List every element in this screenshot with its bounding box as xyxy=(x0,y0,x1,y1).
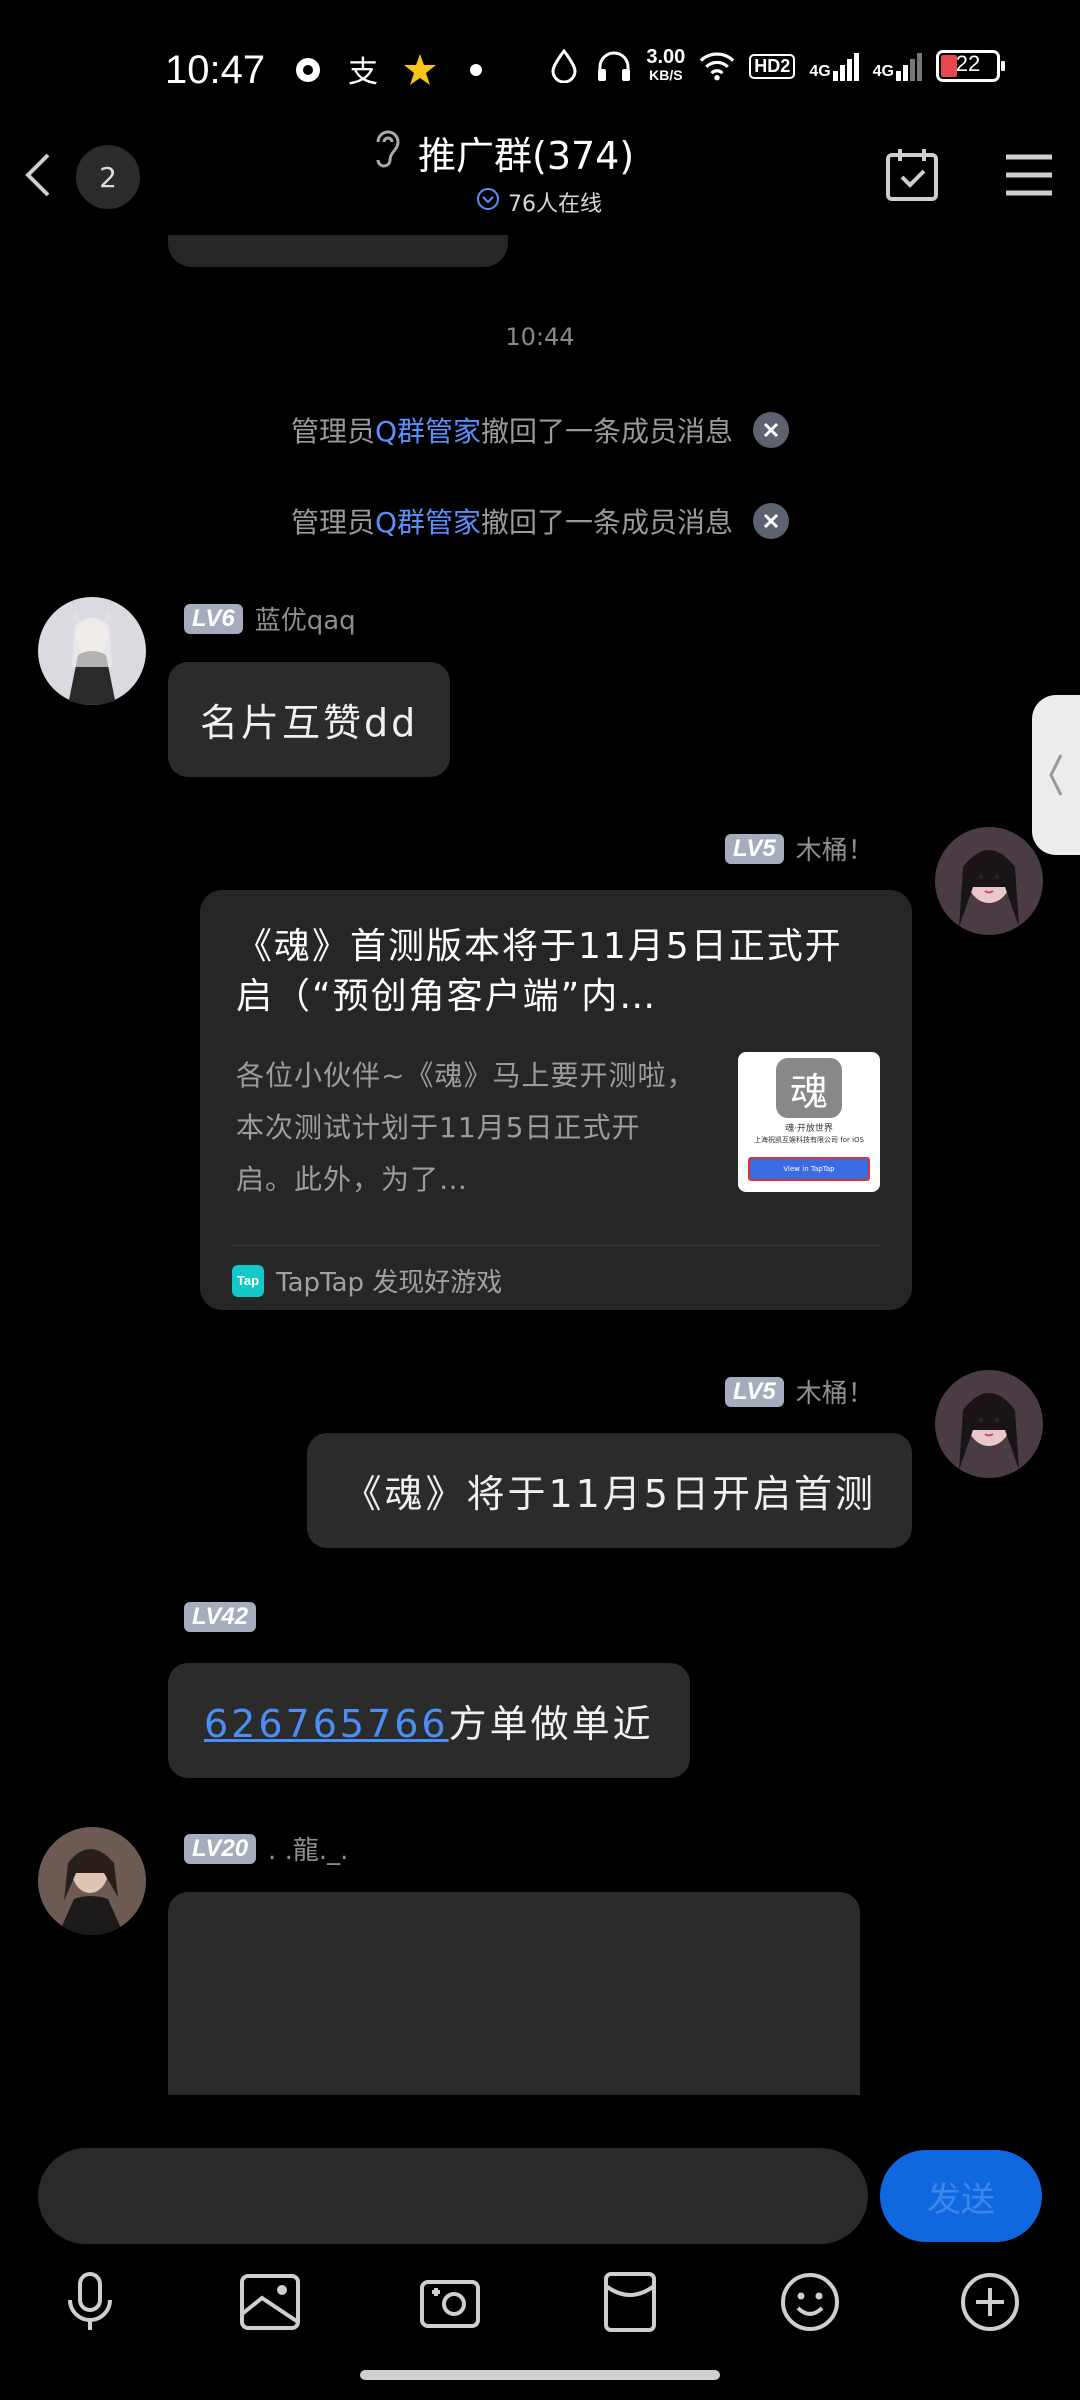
chat-header: 2 推广群(374) 76人在线 xyxy=(0,125,1080,235)
nickname[interactable]: 蓝优qaq xyxy=(255,600,356,637)
level-badge: LV5 xyxy=(725,1376,784,1407)
network-speed: 3.00 KB/S xyxy=(646,46,686,83)
sender-info: LV5 木桶！ xyxy=(725,1373,874,1410)
clock: 10:47 xyxy=(165,48,266,92)
smiley-icon xyxy=(781,2273,839,2331)
camera-button[interactable] xyxy=(410,2262,490,2342)
message-list[interactable]: 10:44 管理员Q群管家撤回了一条成员消息 管理员Q群管家撤回了一条成员消息 … xyxy=(0,235,1080,2095)
app-notification-icon xyxy=(290,52,326,88)
taptap-icon: Tap xyxy=(232,1264,264,1297)
hamburger-icon xyxy=(1006,154,1052,196)
alipay-icon: 支 xyxy=(346,52,382,88)
online-status[interactable]: 76人在线 xyxy=(476,186,710,218)
plus-circle-icon xyxy=(961,2273,1019,2331)
home-indicator[interactable] xyxy=(360,2370,720,2380)
card-description: 各位小伙伴~《魂》马上要开测啦，本次测试计划于11月5日正式开启。此外，为了… xyxy=(236,1059,696,1196)
level-badge: LV5 xyxy=(725,833,784,864)
ear-icon xyxy=(370,126,404,179)
more-button[interactable] xyxy=(950,2262,1030,2342)
group-name: 推广群(374) xyxy=(418,134,635,178)
sender-info: LV6 蓝优qaq xyxy=(184,600,356,637)
hd-badge: HD2 xyxy=(749,53,796,79)
avatar[interactable] xyxy=(38,597,146,705)
red-packet-button[interactable] xyxy=(590,2262,670,2342)
divider xyxy=(232,1245,880,1246)
svg-text:支: 支 xyxy=(348,55,378,88)
online-count: 76人在线 xyxy=(508,192,602,217)
card-title: 《魂》首测版本将于11月5日正式开启（“预创角客户端”内… xyxy=(236,926,843,1017)
chevron-left-icon xyxy=(1049,754,1063,796)
actor-link[interactable]: Q群管家 xyxy=(375,506,481,539)
drop-icon xyxy=(546,48,582,84)
view-in-taptap-button: View in TapTap xyxy=(748,1157,870,1181)
calendar-button[interactable] xyxy=(880,143,944,207)
close-icon[interactable] xyxy=(753,412,790,448)
avatar[interactable] xyxy=(935,1370,1043,1478)
message-bubble[interactable]: 《魂》将于11月5日开启首测 xyxy=(307,1433,912,1548)
avatar[interactable] xyxy=(935,827,1043,935)
level-badge: LV42 xyxy=(184,1602,257,1632)
wifi-icon xyxy=(699,48,735,84)
game-logo: 魂 xyxy=(776,1058,842,1118)
back-button[interactable] xyxy=(14,145,64,205)
signal-1: 4G xyxy=(809,51,859,81)
dot-icon xyxy=(458,52,494,88)
voice-button[interactable] xyxy=(50,2262,130,2342)
microphone-icon xyxy=(68,2272,112,2330)
message-bubble[interactable]: 626765766方单做单近 xyxy=(168,1663,690,1778)
sender-info: LV42 xyxy=(184,1602,257,1632)
signal-2: 4G xyxy=(873,51,922,81)
side-drawer-handle[interactable] xyxy=(1032,695,1080,855)
system-icons: 3.00 KB/S HD2 4G 4G 22 xyxy=(546,46,1005,84)
nickname[interactable]: 木桶！ xyxy=(796,1373,874,1410)
level-badge: LV6 xyxy=(184,603,243,634)
previous-message-bubble[interactable] xyxy=(168,235,508,267)
camera-icon xyxy=(420,2280,480,2328)
image-button[interactable] xyxy=(230,2262,310,2342)
chevron-down-circle-icon xyxy=(476,187,500,217)
card-thumbnail: 魂 魂·开放世界 上海祝凯互娱科技有限公司 for iOS View in Ta… xyxy=(738,1052,880,1192)
menu-button[interactable] xyxy=(1000,147,1058,203)
system-message: 管理员Q群管家撤回了一条成员消息 xyxy=(0,410,1080,450)
level-badge: LV20 xyxy=(184,1833,257,1864)
image-icon xyxy=(240,2274,300,2330)
sender-info: LV20 . .龍._. xyxy=(184,1830,348,1867)
nickname[interactable]: 木桶！ xyxy=(796,830,874,867)
red-packet-icon xyxy=(604,2272,656,2332)
battery-icon: 22 xyxy=(936,50,1005,82)
number-link[interactable]: 626765766 xyxy=(204,1702,449,1746)
unread-count-badge[interactable]: 2 xyxy=(76,145,140,209)
actor-link[interactable]: Q群管家 xyxy=(375,415,481,448)
sender-info: LV5 木桶！ xyxy=(725,830,874,867)
headphones-icon xyxy=(596,48,632,84)
message-bubble[interactable] xyxy=(168,1892,860,2095)
card-source: Tap TapTap 发现好游戏 xyxy=(232,1262,502,1299)
send-button[interactable]: 发送 xyxy=(880,2150,1042,2242)
system-message: 管理员Q群管家撤回了一条成员消息 xyxy=(0,501,1080,541)
message-input[interactable] xyxy=(38,2148,868,2244)
status-bar: 10:47 支 3.00 KB/S HD2 4G 4G 22 xyxy=(0,0,1080,140)
close-icon[interactable] xyxy=(753,503,790,539)
link-share-card[interactable]: 《魂》首测版本将于11月5日正式开启（“预创角客户端”内… 各位小伙伴~《魂》马… xyxy=(200,890,912,1310)
group-title-area[interactable]: 推广群(374) 76人在线 xyxy=(370,125,710,218)
timestamp: 10:44 xyxy=(505,323,575,351)
input-toolbar xyxy=(0,2262,1080,2342)
message-bubble[interactable]: 名片互赞dd xyxy=(168,662,451,777)
calendar-check-icon xyxy=(886,149,938,201)
emoji-button[interactable] xyxy=(770,2262,850,2342)
chevron-left-icon xyxy=(25,153,50,197)
star-icon xyxy=(402,52,438,88)
avatar[interactable] xyxy=(38,1827,146,1935)
nickname[interactable]: . .龍._. xyxy=(268,1830,348,1867)
notification-icons: 支 xyxy=(290,52,494,88)
